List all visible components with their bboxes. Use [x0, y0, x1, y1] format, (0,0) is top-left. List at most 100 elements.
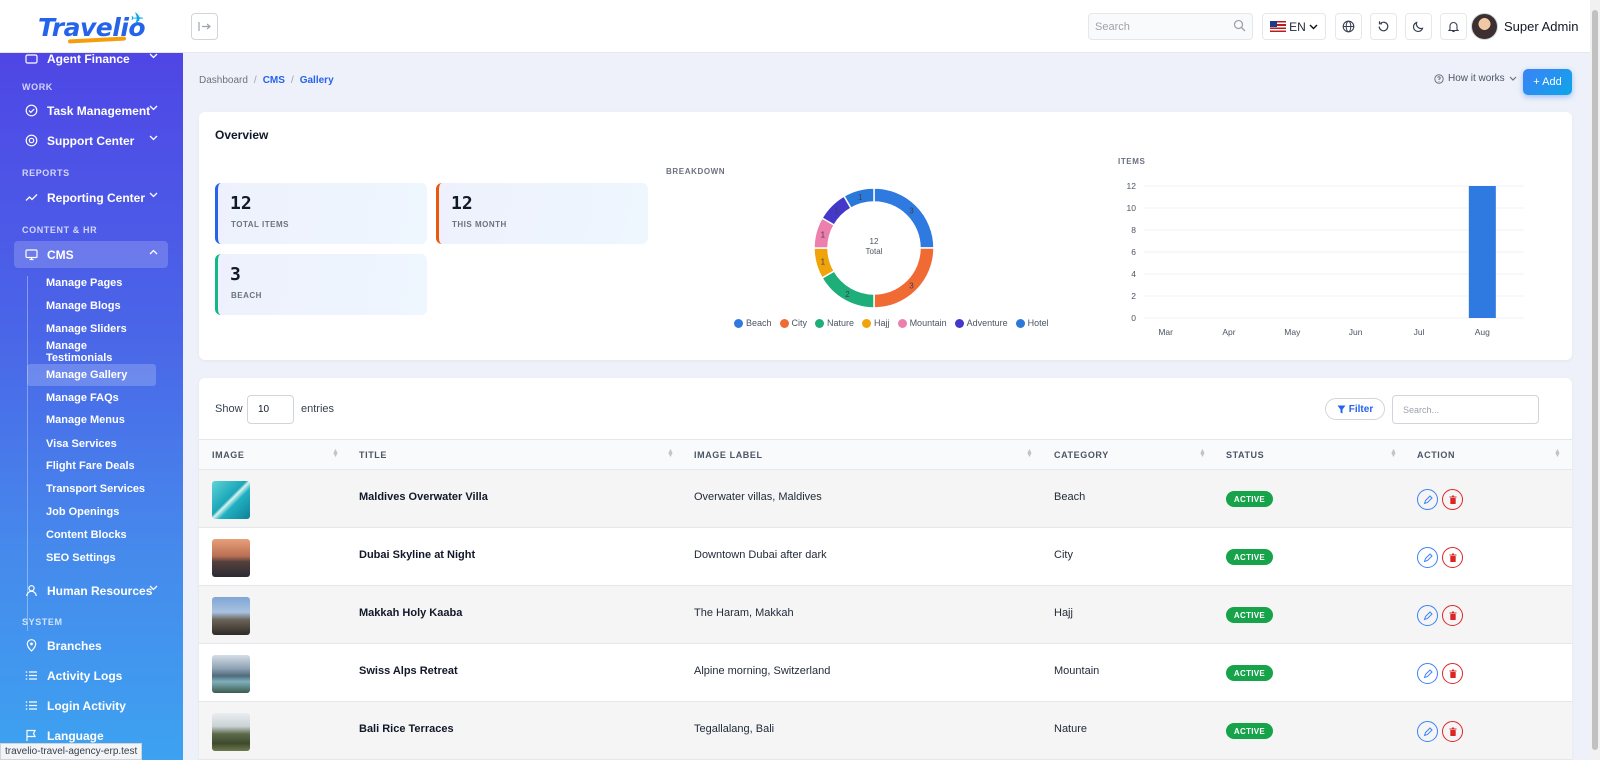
row-image-label: Alpine morning, Switzerland	[694, 665, 831, 677]
edit-icon	[1423, 552, 1433, 562]
table-row[interactable]: Swiss Alps Retreat Alpine morning, Switz…	[199, 644, 1572, 702]
sidebar-item-cms[interactable]: CMS	[14, 241, 168, 268]
sidebar-toggle-button[interactable]	[191, 13, 218, 40]
edit-button[interactable]	[1417, 547, 1438, 568]
legend-item-mountain[interactable]: Mountain	[897, 318, 947, 328]
breadcrumb-dashboard[interactable]: Dashboard	[199, 75, 248, 86]
sort-icon[interactable]: ▲ ▼	[667, 448, 674, 459]
filter-button[interactable]: Filter	[1325, 398, 1385, 420]
scrollbar-thumb[interactable]	[1592, 10, 1598, 750]
sidebar-subitem[interactable]: Manage Blogs	[27, 295, 156, 317]
sort-icon[interactable]: ▲ ▼	[1199, 448, 1206, 459]
donut-slice-label: 1	[821, 230, 826, 239]
thumbnail-image[interactable]	[212, 539, 250, 577]
delete-button[interactable]	[1442, 721, 1463, 742]
theme-toggle-button[interactable]	[1405, 13, 1432, 40]
row-category: Beach	[1054, 491, 1086, 503]
column-header-image-label[interactable]: IMAGE LABEL	[694, 450, 763, 460]
thumbnail-image[interactable]	[212, 597, 250, 635]
sidebar-item-support-center[interactable]: Support Center	[14, 127, 168, 154]
legend-item-city[interactable]: City	[779, 318, 807, 328]
table-row[interactable]: Bali Rice Terraces Tegallalang, Bali Nat…	[199, 702, 1572, 760]
sidebar-item-agent-finance[interactable]: Agent Finance	[14, 53, 168, 72]
thumbnail-image[interactable]	[212, 713, 250, 751]
table-row[interactable]: Maldives Overwater Villa Overwater villa…	[199, 470, 1572, 528]
sort-icon[interactable]: ▲ ▼	[1554, 448, 1561, 459]
row-category: Nature	[1054, 723, 1088, 735]
sidebar-item-label: Agent Finance	[47, 53, 130, 66]
delete-button[interactable]	[1442, 547, 1463, 568]
user-menu[interactable]: Super Admin	[1471, 12, 1578, 41]
status-badge: ACTIVE	[1226, 607, 1273, 623]
sort-icon[interactable]: ▲ ▼	[1390, 448, 1397, 459]
sidebar-item-reporting-center[interactable]: Reporting Center	[14, 184, 168, 211]
edit-button[interactable]	[1417, 721, 1438, 742]
refresh-button[interactable]	[1370, 13, 1397, 40]
sidebar-item-login-activity[interactable]: Login Activity	[14, 692, 168, 719]
edit-button[interactable]	[1417, 489, 1438, 510]
how-it-works-button[interactable]: How it works	[1434, 73, 1517, 84]
page-scrollbar[interactable]	[1590, 0, 1600, 760]
sidebar-item-branches[interactable]: Branches	[14, 632, 168, 659]
sidebar-subitem[interactable]: Transport Services	[27, 478, 156, 500]
legend-item-nature[interactable]: Nature	[815, 318, 854, 328]
column-header-status[interactable]: STATUS	[1226, 450, 1264, 460]
sidebar-subitem-active[interactable]: Manage Gallery	[27, 364, 156, 386]
sidebar-subitem[interactable]: Manage Pages	[27, 272, 156, 294]
delete-button[interactable]	[1442, 605, 1463, 626]
edit-button[interactable]	[1417, 605, 1438, 626]
filter-label: Filter	[1348, 403, 1374, 415]
row-title: Makkah Holy Kaaba	[359, 607, 463, 619]
global-search-input[interactable]	[1089, 14, 1219, 39]
column-header-image[interactable]: IMAGE	[212, 450, 245, 460]
map-pin-icon	[25, 639, 38, 652]
notifications-button[interactable]	[1440, 13, 1467, 40]
sidebar-subitem[interactable]: Manage Sliders	[27, 318, 156, 340]
page-size-select[interactable]: 10	[247, 395, 294, 424]
sidebar-item-task-management[interactable]: Task Management	[14, 97, 168, 124]
breadcrumb-cms[interactable]: CMS	[263, 75, 285, 86]
sidebar-subitem[interactable]: Flight Fare Deals	[27, 455, 156, 477]
sidebar-subitem[interactable]: Manage Testimonials	[27, 340, 156, 364]
table-search	[1392, 395, 1539, 424]
add-button[interactable]: + Add	[1523, 69, 1572, 95]
show-label: Show	[215, 403, 243, 415]
table-row[interactable]: Makkah Holy Kaaba The Haram, Makkah Hajj…	[199, 586, 1572, 644]
search-icon[interactable]	[1233, 19, 1246, 32]
legend-item-hajj[interactable]: Hajj	[862, 318, 890, 328]
app-logo[interactable]: Travelio ✈	[38, 9, 148, 45]
sidebar-subitem[interactable]: Visa Services	[27, 433, 156, 455]
sort-icon[interactable]: ▲ ▼	[1026, 448, 1033, 459]
sidebar-subitem[interactable]: Content Blocks	[27, 524, 156, 546]
delete-button[interactable]	[1442, 663, 1463, 684]
stat-total-items: 12 TOTAL ITEMS	[215, 183, 427, 244]
donut-slice-label: 3	[909, 207, 914, 216]
sidebar-subitem[interactable]: Job Openings	[27, 501, 156, 523]
legend-item-beach[interactable]: Beach	[734, 318, 772, 328]
column-header-title[interactable]: TITLE	[359, 450, 387, 460]
thumbnail-image[interactable]	[212, 481, 250, 519]
donut-slice-city[interactable]	[873, 247, 935, 309]
edit-button[interactable]	[1417, 663, 1438, 684]
sidebar-item-label: CMS	[47, 247, 74, 262]
globe-button[interactable]	[1335, 13, 1362, 40]
thumbnail-image[interactable]	[212, 655, 250, 693]
sidebar-subitem[interactable]: Manage Menus	[27, 409, 156, 431]
sidebar-item-label: Login Activity	[47, 698, 126, 713]
language-selector[interactable]: EN	[1262, 13, 1326, 40]
overview-card: Overview 12 TOTAL ITEMS 12 THIS MONTH 3 …	[199, 112, 1572, 360]
sort-icon[interactable]: ▲ ▼	[332, 448, 339, 459]
sidebar-subitem[interactable]: Manage FAQs	[27, 387, 156, 409]
bar-aug[interactable]	[1468, 186, 1496, 318]
legend-item-hotel[interactable]: Hotel	[1015, 318, 1049, 328]
sidebar-item-human-resources[interactable]: Human Resources	[14, 577, 168, 604]
sidebar-subitem[interactable]: SEO Settings	[27, 547, 156, 569]
table-search-input[interactable]	[1393, 396, 1533, 423]
table-row[interactable]: Dubai Skyline at Night Downtown Dubai af…	[199, 528, 1572, 586]
delete-button[interactable]	[1442, 489, 1463, 510]
donut-slice-beach[interactable]	[873, 187, 935, 249]
sidebar-item-activity-logs[interactable]: Activity Logs	[14, 662, 168, 689]
legend-item-adventure[interactable]: Adventure	[954, 318, 1008, 328]
row-category: City	[1054, 549, 1073, 561]
column-header-category[interactable]: CATEGORY	[1054, 450, 1109, 460]
